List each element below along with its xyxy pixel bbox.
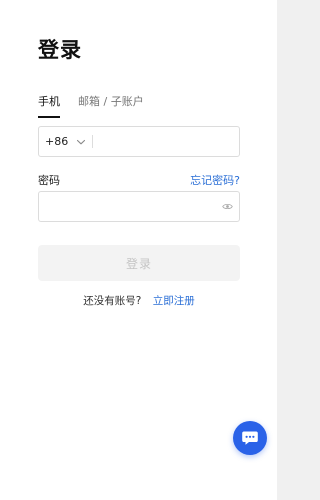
password-field: [38, 191, 240, 222]
chat-button[interactable]: [233, 421, 267, 455]
phone-field: +86: [38, 126, 240, 157]
right-edge-strip: [277, 0, 282, 500]
phone-input[interactable]: [97, 130, 235, 153]
register-question: 还没有账号?: [83, 295, 142, 307]
login-method-tabs: 手机 邮箱 / 子账户: [38, 95, 144, 119]
page-title: 登录: [38, 38, 82, 62]
password-label-row: 密码 忘记密码?: [38, 172, 240, 188]
login-panel: 登录 手机 邮箱 / 子账户 +86 密码 忘记密码? 登录 还没有账号? 立即…: [0, 0, 277, 500]
chat-icon: [242, 431, 258, 445]
login-button[interactable]: 登录: [38, 245, 240, 281]
chevron-down-icon: [77, 139, 86, 144]
register-prompt: 还没有账号? 立即注册: [38, 293, 240, 308]
country-code-select[interactable]: +86: [45, 127, 86, 156]
eye-icon[interactable]: [222, 202, 233, 211]
forgot-password-link[interactable]: 忘记密码?: [190, 172, 240, 188]
field-divider: [92, 135, 93, 148]
country-code-value: +86: [45, 135, 69, 148]
register-link[interactable]: 立即注册: [153, 295, 195, 307]
password-label: 密码: [38, 174, 60, 187]
password-input[interactable]: [45, 195, 215, 218]
tab-email-subaccount[interactable]: 邮箱 / 子账户: [78, 95, 144, 119]
tab-phone[interactable]: 手机: [38, 95, 60, 119]
